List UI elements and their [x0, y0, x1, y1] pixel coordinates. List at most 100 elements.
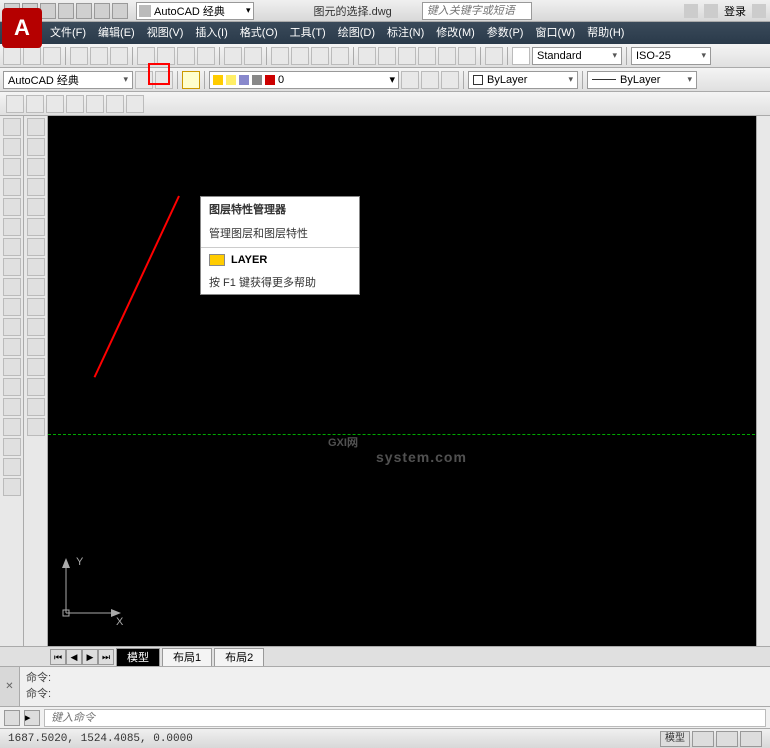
- stretch-icon[interactable]: [27, 278, 45, 296]
- markup-icon[interactable]: [438, 47, 456, 65]
- ellipse-arc-icon[interactable]: [3, 318, 21, 336]
- polyline-icon[interactable]: [3, 158, 21, 176]
- ellipse-icon[interactable]: [3, 298, 21, 316]
- snap-toggle-icon[interactable]: [716, 731, 738, 747]
- search-input[interactable]: [422, 2, 532, 20]
- dim-angular-icon[interactable]: [46, 95, 64, 113]
- explode-icon[interactable]: [27, 418, 45, 436]
- command-input[interactable]: [44, 709, 766, 727]
- dim-style-selector[interactable]: ISO-25 ▾: [631, 47, 711, 65]
- dim-radius-icon[interactable]: [86, 95, 104, 113]
- tab-layout1[interactable]: 布局1: [162, 648, 212, 666]
- insert-block-icon[interactable]: [3, 338, 21, 356]
- zoom-icon[interactable]: [291, 47, 309, 65]
- dim-ordinate-icon[interactable]: [126, 95, 144, 113]
- join-icon[interactable]: [27, 358, 45, 376]
- dim-aligned-icon[interactable]: [26, 95, 44, 113]
- sheet-set-icon[interactable]: [418, 47, 436, 65]
- break-icon[interactable]: [27, 338, 45, 356]
- cmdwin-handle[interactable]: ✕: [0, 667, 20, 706]
- layer-manager-icon[interactable]: [182, 71, 200, 89]
- infocenter-icon[interactable]: [684, 4, 698, 18]
- menu-file[interactable]: 文件(F): [44, 23, 92, 43]
- menu-format[interactable]: 格式(O): [234, 23, 284, 43]
- scale-icon[interactable]: [27, 258, 45, 276]
- rotate-icon[interactable]: [27, 238, 45, 256]
- preview-icon[interactable]: [90, 47, 108, 65]
- grid-toggle-icon[interactable]: [692, 731, 714, 747]
- calc-icon[interactable]: [458, 47, 476, 65]
- drawing-canvas[interactable]: 图层特性管理器 管理图层和图层特性 LAYER 按 F1 键获得更多帮助 GXI…: [48, 116, 770, 646]
- hatch-icon[interactable]: [3, 398, 21, 416]
- new-file-icon[interactable]: [3, 47, 21, 65]
- signin-icon[interactable]: [704, 4, 718, 18]
- app-menu-button[interactable]: A: [2, 8, 42, 48]
- v-scrollbar[interactable]: [756, 116, 770, 646]
- ortho-toggle-icon[interactable]: [740, 731, 762, 747]
- undo-btn-icon[interactable]: [224, 47, 242, 65]
- tab-model[interactable]: 模型: [116, 648, 160, 666]
- make-block-icon[interactable]: [3, 358, 21, 376]
- textstyle-icon[interactable]: [512, 47, 530, 65]
- copy-obj-icon[interactable]: [27, 138, 45, 156]
- polygon-icon[interactable]: [3, 178, 21, 196]
- tab-last-icon[interactable]: ⏭: [98, 649, 114, 665]
- offset-icon[interactable]: [27, 178, 45, 196]
- print-icon[interactable]: [70, 47, 88, 65]
- layer-iso-icon[interactable]: [421, 71, 439, 89]
- redo-btn-icon[interactable]: [244, 47, 262, 65]
- cmd-customize-icon[interactable]: [4, 710, 20, 726]
- menu-draw[interactable]: 绘图(D): [332, 23, 381, 43]
- workspace-combo[interactable]: AutoCAD 经典 ▾: [3, 71, 133, 89]
- plot-icon[interactable]: [76, 3, 92, 19]
- line-icon[interactable]: [3, 118, 21, 136]
- menu-edit[interactable]: 编辑(E): [92, 23, 141, 43]
- dim-linear-icon[interactable]: [6, 95, 24, 113]
- rectangle-icon[interactable]: [3, 198, 21, 216]
- menu-window[interactable]: 窗口(W): [529, 23, 581, 43]
- revcloud-icon[interactable]: [3, 258, 21, 276]
- workspace-name[interactable]: [154, 5, 244, 17]
- erase-icon[interactable]: [27, 118, 45, 136]
- table-icon[interactable]: [3, 458, 21, 476]
- open-file-icon[interactable]: [23, 47, 41, 65]
- menu-modify[interactable]: 修改(M): [430, 23, 481, 43]
- cut-icon[interactable]: [137, 47, 155, 65]
- point-icon[interactable]: [3, 378, 21, 396]
- color-selector[interactable]: ByLayer ▾: [468, 71, 578, 89]
- layer-prev-icon[interactable]: [441, 71, 459, 89]
- tool-palette-icon[interactable]: [398, 47, 416, 65]
- menu-parametric[interactable]: 参数(P): [481, 23, 530, 43]
- tab-first-icon[interactable]: ⏮: [50, 649, 66, 665]
- chevron-down-icon[interactable]: ▾: [246, 5, 251, 16]
- tab-next-icon[interactable]: ▶: [82, 649, 98, 665]
- zoom-prev-icon[interactable]: [331, 47, 349, 65]
- redo-icon[interactable]: [112, 3, 128, 19]
- menu-dimension[interactable]: 标注(N): [381, 23, 430, 43]
- pan-icon[interactable]: [271, 47, 289, 65]
- spline-icon[interactable]: [3, 278, 21, 296]
- move-icon[interactable]: [27, 218, 45, 236]
- paste-icon[interactable]: [177, 47, 195, 65]
- tab-layout2[interactable]: 布局2: [214, 648, 264, 666]
- menu-view[interactable]: 视图(V): [141, 23, 190, 43]
- dim-diameter-icon[interactable]: [106, 95, 124, 113]
- zoom-window-icon[interactable]: [311, 47, 329, 65]
- mtext-icon[interactable]: [3, 478, 21, 496]
- circle-icon[interactable]: [3, 238, 21, 256]
- gradient-icon[interactable]: [3, 418, 21, 436]
- layer-selector[interactable]: 0 ▾: [209, 71, 399, 89]
- layer-states-icon[interactable]: [401, 71, 419, 89]
- close-icon[interactable]: ✕: [5, 681, 13, 692]
- dim-arc-icon[interactable]: [66, 95, 84, 113]
- copy-icon[interactable]: [157, 47, 175, 65]
- coordinates[interactable]: 1687.5020, 1524.4085, 0.0000: [8, 733, 193, 745]
- text-style-selector[interactable]: Standard ▾: [532, 47, 622, 65]
- design-center-icon[interactable]: [378, 47, 396, 65]
- xline-icon[interactable]: [3, 138, 21, 156]
- publish-icon[interactable]: [110, 47, 128, 65]
- workspace-selector[interactable]: ▾: [136, 2, 254, 20]
- cmd-recent-icon[interactable]: ▸: [24, 710, 40, 726]
- properties-icon[interactable]: [358, 47, 376, 65]
- exchange-icon[interactable]: [752, 4, 766, 18]
